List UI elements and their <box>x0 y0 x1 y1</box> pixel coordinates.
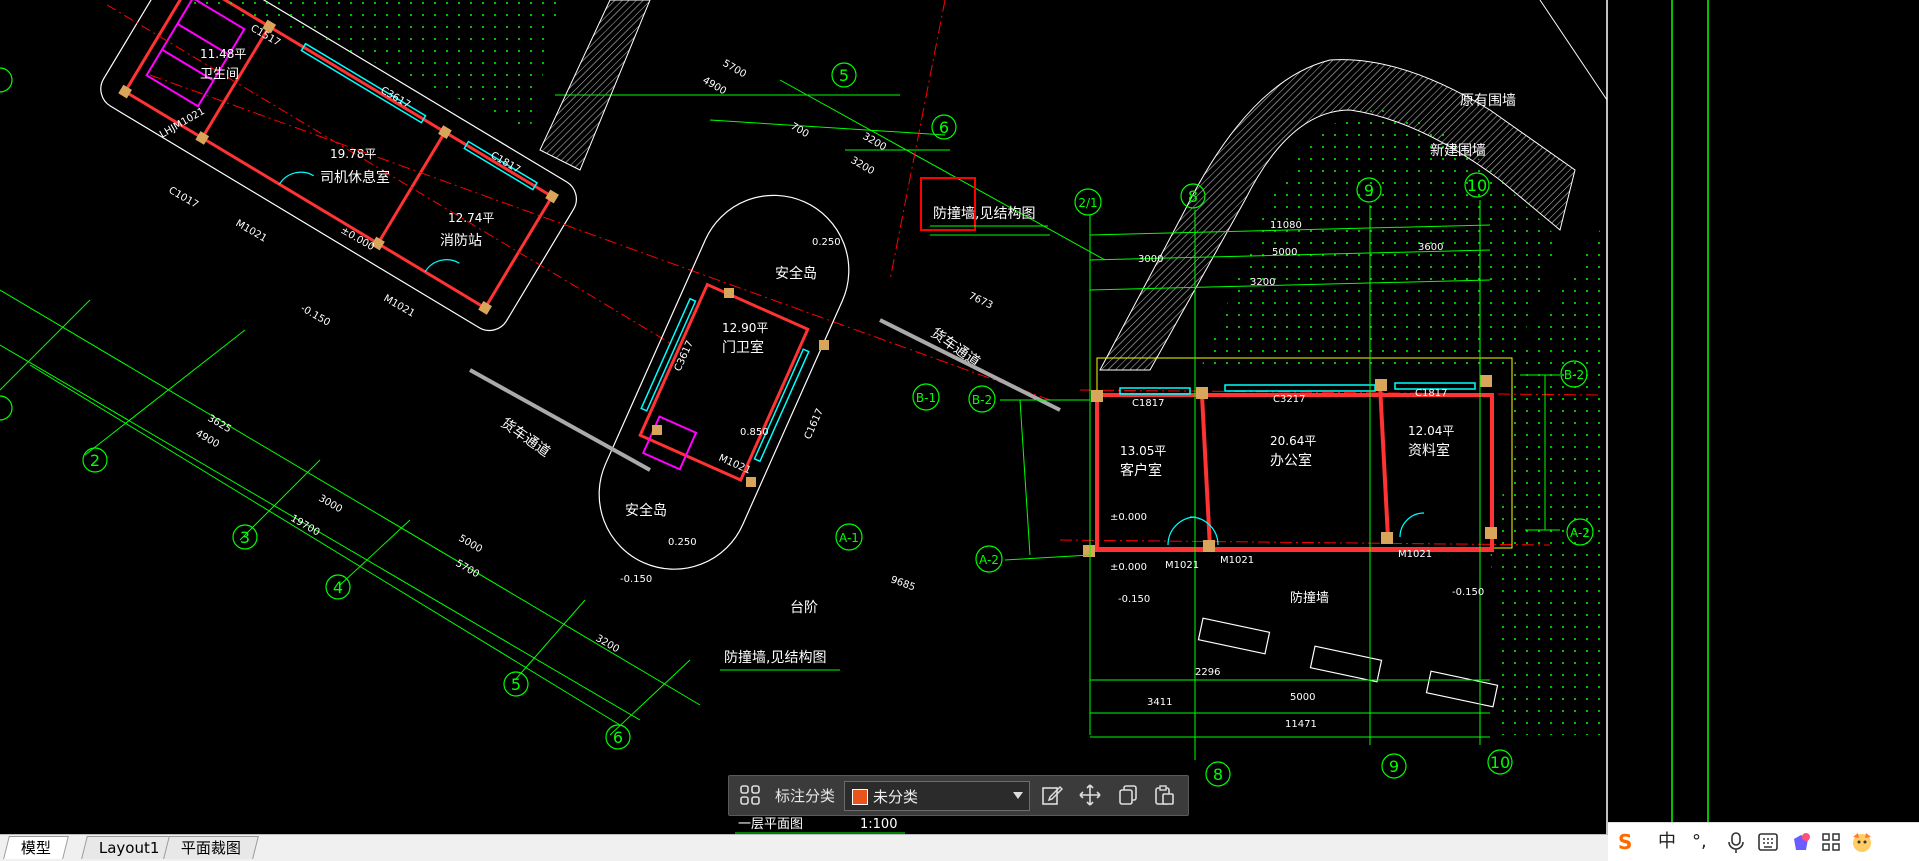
svg-text:M1021: M1021 <box>1398 549 1432 560</box>
new-wall-label: 新建围墙 <box>1430 143 1486 159</box>
svg-text:0.250: 0.250 <box>812 237 841 248</box>
safety-island-bottom: 安全岛 <box>625 502 667 519</box>
copy-icon[interactable] <box>1117 784 1139 806</box>
svg-text:B-1: B-1 <box>916 391 936 405</box>
svg-text:11471: 11471 <box>1285 719 1317 730</box>
keyboard-icon[interactable] <box>1758 833 1778 851</box>
svg-text:5: 5 <box>511 675 521 694</box>
svg-text:0.850: 0.850 <box>740 427 769 438</box>
svg-text:3600: 3600 <box>1418 242 1443 253</box>
svg-text:10: 10 <box>1467 176 1487 195</box>
ime-logo[interactable]: S <box>1618 831 1632 853</box>
svg-text:2296: 2296 <box>1195 667 1220 678</box>
tab-model-label: 模型 <box>20 839 51 857</box>
svg-text:8: 8 <box>1213 765 1223 784</box>
svg-text:±0.000: ±0.000 <box>1110 562 1147 573</box>
chevron-down-icon <box>1013 792 1023 799</box>
svg-text:M1021: M1021 <box>1220 555 1254 566</box>
svg-text:C3217: C3217 <box>1273 394 1305 405</box>
annotation-toolbar: 标注分类 未分类 <box>728 775 1189 816</box>
grid-apps-icon[interactable] <box>739 784 761 806</box>
svg-text:±0.000: ±0.000 <box>1110 512 1147 523</box>
ime-punctuation-toggle[interactable]: °, <box>1692 831 1707 853</box>
guard-room-area: 12.90平 <box>722 321 768 335</box>
tab-plan-cut[interactable]: 平面裁图 <box>163 836 259 859</box>
svg-text:8: 8 <box>1188 187 1198 206</box>
svg-text:5: 5 <box>839 66 849 85</box>
apps-grid-icon[interactable] <box>1822 833 1840 851</box>
tab-layout1-label: Layout1 <box>98 839 160 857</box>
microphone-icon[interactable] <box>1728 832 1744 854</box>
plan-title: 一层平面图 <box>738 817 803 832</box>
svg-text:5000: 5000 <box>1290 692 1315 703</box>
client-room-name: 客户室 <box>1120 462 1162 479</box>
data-room-name: 资料室 <box>1408 442 1450 459</box>
svg-text:A-2: A-2 <box>1570 526 1590 540</box>
cad-drawing-canvas[interactable]: 11.48平 卫生间 19.78平 司机休息室 12.74平 消防站 安全岛 1… <box>0 0 1919 860</box>
svg-text:-0.150: -0.150 <box>1118 594 1150 605</box>
svg-text:9: 9 <box>1364 181 1374 200</box>
existing-wall-label: 原有围墙 <box>1460 93 1516 109</box>
safety-island-top: 安全岛 <box>775 265 817 282</box>
tab-plan-cut-label: 平面裁图 <box>180 839 241 857</box>
category-color-swatch <box>852 789 868 805</box>
tab-model[interactable]: 模型 <box>3 836 69 859</box>
restroom-area: 11.48平 <box>200 47 246 61</box>
svg-text:4: 4 <box>333 578 343 597</box>
svg-text:9: 9 <box>1389 757 1399 776</box>
steps-label: 台阶 <box>790 600 818 616</box>
svg-text:0.250: 0.250 <box>668 537 697 548</box>
svg-text:C1817: C1817 <box>1132 398 1164 409</box>
data-room-area: 12.04平 <box>1408 424 1454 438</box>
driver-room-name: 司机休息室 <box>320 169 390 186</box>
svg-text:3: 3 <box>240 528 250 547</box>
edit-icon[interactable] <box>1041 784 1063 806</box>
skin-icon[interactable] <box>1790 831 1812 853</box>
fire-station-name: 消防站 <box>440 233 482 249</box>
svg-text:3411: 3411 <box>1147 697 1172 708</box>
fire-station-area: 12.74平 <box>448 211 494 225</box>
svg-text:2/1: 2/1 <box>1078 196 1097 210</box>
svg-text:5000: 5000 <box>1272 247 1297 258</box>
svg-text:B-2: B-2 <box>1564 368 1584 382</box>
svg-text:3000: 3000 <box>1138 254 1163 265</box>
svg-text:A-1: A-1 <box>839 531 859 545</box>
crash-wall-label-3: 防撞墙 <box>1290 590 1329 606</box>
client-room-area: 13.05平 <box>1120 444 1166 458</box>
svg-text:6: 6 <box>939 118 949 137</box>
office-area: 20.64平 <box>1270 434 1316 448</box>
svg-text:B-2: B-2 <box>972 393 992 407</box>
guard-room-name: 门卫室 <box>722 339 764 356</box>
category-dropdown[interactable]: 未分类 <box>844 781 1030 811</box>
ime-mode-toggle[interactable]: 中 <box>1658 831 1676 853</box>
svg-text:11080: 11080 <box>1270 220 1302 231</box>
restroom-name: 卫生间 <box>200 67 239 82</box>
svg-text:6: 6 <box>613 728 623 747</box>
move-icon[interactable] <box>1079 784 1101 806</box>
mascot-icon[interactable] <box>1850 831 1874 853</box>
svg-text:A-2: A-2 <box>979 553 999 567</box>
paste-icon[interactable] <box>1153 784 1175 806</box>
svg-text:10: 10 <box>1490 753 1510 772</box>
svg-text:M1021: M1021 <box>1165 560 1199 571</box>
svg-text:2: 2 <box>90 451 100 470</box>
ime-toolbar: S 中 °, <box>1608 822 1919 861</box>
office-name: 办公室 <box>1270 452 1312 469</box>
svg-text:-0.150: -0.150 <box>620 574 652 585</box>
svg-text:3200: 3200 <box>1250 277 1275 288</box>
category-value: 未分类 <box>873 788 919 806</box>
svg-text:-0.150: -0.150 <box>1452 587 1484 598</box>
crash-wall-label-2: 防撞墙,见结构图 <box>724 650 826 666</box>
plan-scale: 1:100 <box>860 817 897 832</box>
svg-text:C1817: C1817 <box>1415 388 1447 399</box>
annotation-category-label: 标注分类 <box>775 787 836 805</box>
crash-wall-label-1: 防撞墙,见结构图 <box>933 206 1035 222</box>
driver-room-area: 19.78平 <box>330 147 376 161</box>
